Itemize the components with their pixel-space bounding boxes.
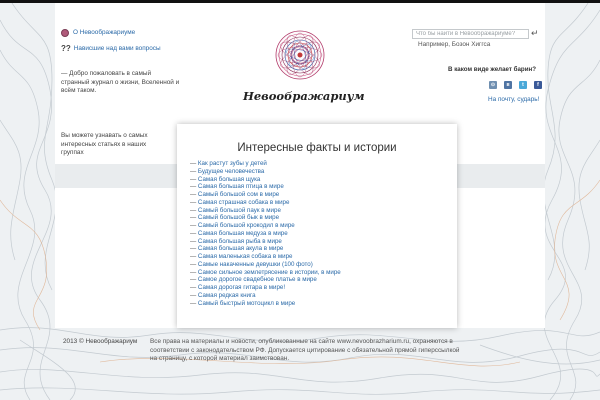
list-item[interactable]: — Будущее человечества [190, 168, 341, 176]
list-item[interactable]: — Самое дорогое свадебное платье в мире [190, 276, 341, 284]
groups-text: Вы можете узнавать о самых интересных ст… [61, 132, 148, 156]
list-item[interactable]: — Самый большой сом в мире [190, 191, 341, 199]
list-item[interactable]: — Самый быстрый мотоцикл в мире [190, 300, 341, 308]
about-link-label[interactable]: О Невоображариуме [73, 29, 135, 38]
facebook-icon[interactable]: f [534, 81, 542, 89]
welcome-text: — Добро пожаловать в самый странный журн… [61, 70, 180, 94]
faq-link[interactable]: ?? Нависшие над вами вопросы [61, 44, 161, 54]
fact-link[interactable]: Самая большая медуза в мире [198, 230, 288, 237]
list-item[interactable]: — Самая редкая книга [190, 292, 341, 300]
list-item[interactable]: — Самый большой бык в мире [190, 214, 341, 222]
list-item[interactable]: — Самая дорогая гитара в мире! [190, 284, 341, 292]
search-hint: Например, Бозон Хиггса [418, 41, 491, 48]
card-title: Интересные факты и истории [237, 142, 397, 154]
fact-link[interactable]: Самая большая щука [198, 176, 260, 183]
twitter-icon[interactable]: t [519, 81, 527, 89]
list-item[interactable]: — Самая большая щука [190, 176, 341, 184]
search-input[interactable] [412, 29, 529, 39]
fact-link[interactable]: Самый большой крокодил в мире [198, 222, 295, 229]
fact-link[interactable]: Самая большая рыба в мире [198, 238, 282, 245]
list-item[interactable]: — Самое сильное землетрясение в истории,… [190, 269, 341, 277]
faq-link-label[interactable]: Нависшие над вами вопросы [74, 45, 161, 54]
fact-link[interactable]: Самая маленькая собака в мире [198, 253, 293, 260]
list-item[interactable]: — Самая большая рыба в мире [190, 238, 341, 246]
social-icons: ⊙ в t f [489, 81, 542, 89]
fact-link[interactable]: Самый большой паук в мире [198, 207, 281, 214]
fact-link[interactable]: Самые накаченные девушки (100 фото) [198, 261, 313, 268]
site-logo-title[interactable]: Невоображариум [243, 89, 365, 103]
list-item[interactable]: — Как растут зубы у детей [190, 160, 341, 168]
list-item[interactable]: — Самая маленькая собака в мире [190, 253, 341, 261]
rss-icon[interactable]: ⊙ [489, 81, 497, 89]
vk-icon[interactable]: в [504, 81, 512, 89]
fact-link[interactable]: Самое дорогое свадебное платье в мире [198, 276, 317, 283]
fact-link[interactable]: Самый большой сом в мире [198, 191, 279, 198]
facts-card: Интересные факты и истории — Как растут … [177, 124, 457, 328]
fact-link[interactable]: Самая редкая книга [198, 292, 256, 299]
footer-rights-text: Все права на материалы и новости, опубли… [150, 338, 460, 362]
top-bar [0, 0, 600, 3]
list-item[interactable]: — Самая большая птица в мире [190, 183, 341, 191]
fact-link[interactable]: Самое сильное землетрясение в истории, в… [198, 269, 341, 276]
list-item[interactable]: — Самый большой крокодил в мире [190, 222, 341, 230]
footer-copyright: 2013 © Невоображариум [63, 338, 138, 345]
fact-link[interactable]: Будущее человечества [198, 168, 264, 175]
logo-dot-icon [61, 29, 69, 38]
list-item[interactable]: — Самая страшная собака в мире [190, 199, 341, 207]
fact-link[interactable]: Самый большой бык в мире [198, 214, 279, 221]
fact-link[interactable]: Самая страшная собака в мире [198, 199, 290, 206]
fact-link[interactable]: Самая дорогая гитара в мире! [198, 284, 285, 291]
fact-link[interactable]: Самый быстрый мотоцикл в мире [198, 300, 295, 307]
fact-link[interactable]: Самая большая птица в мире [198, 183, 284, 190]
list-item[interactable]: — Самая большая медуза в мире [190, 230, 341, 238]
mail-subscribe-link[interactable]: На почту, сударь! [488, 96, 539, 105]
logo-mandala-icon[interactable] [275, 30, 325, 80]
share-question: В каком виде желает барин? [448, 66, 537, 73]
question-marks-icon: ?? [61, 44, 71, 53]
list-item[interactable]: — Самый большой паук в мире [190, 207, 341, 215]
about-link[interactable]: О Невоображариуме [61, 29, 135, 38]
search-submit-icon[interactable]: ↵ [531, 28, 539, 39]
fact-link[interactable]: Самая большая акула в мире [198, 245, 283, 252]
facts-list: — Как растут зубы у детей — Будущее чело… [190, 160, 341, 307]
list-item[interactable]: — Самая большая акула в мире [190, 245, 341, 253]
list-item[interactable]: — Самые накаченные девушки (100 фото) [190, 261, 341, 269]
fact-link[interactable]: Как растут зубы у детей [198, 160, 267, 167]
